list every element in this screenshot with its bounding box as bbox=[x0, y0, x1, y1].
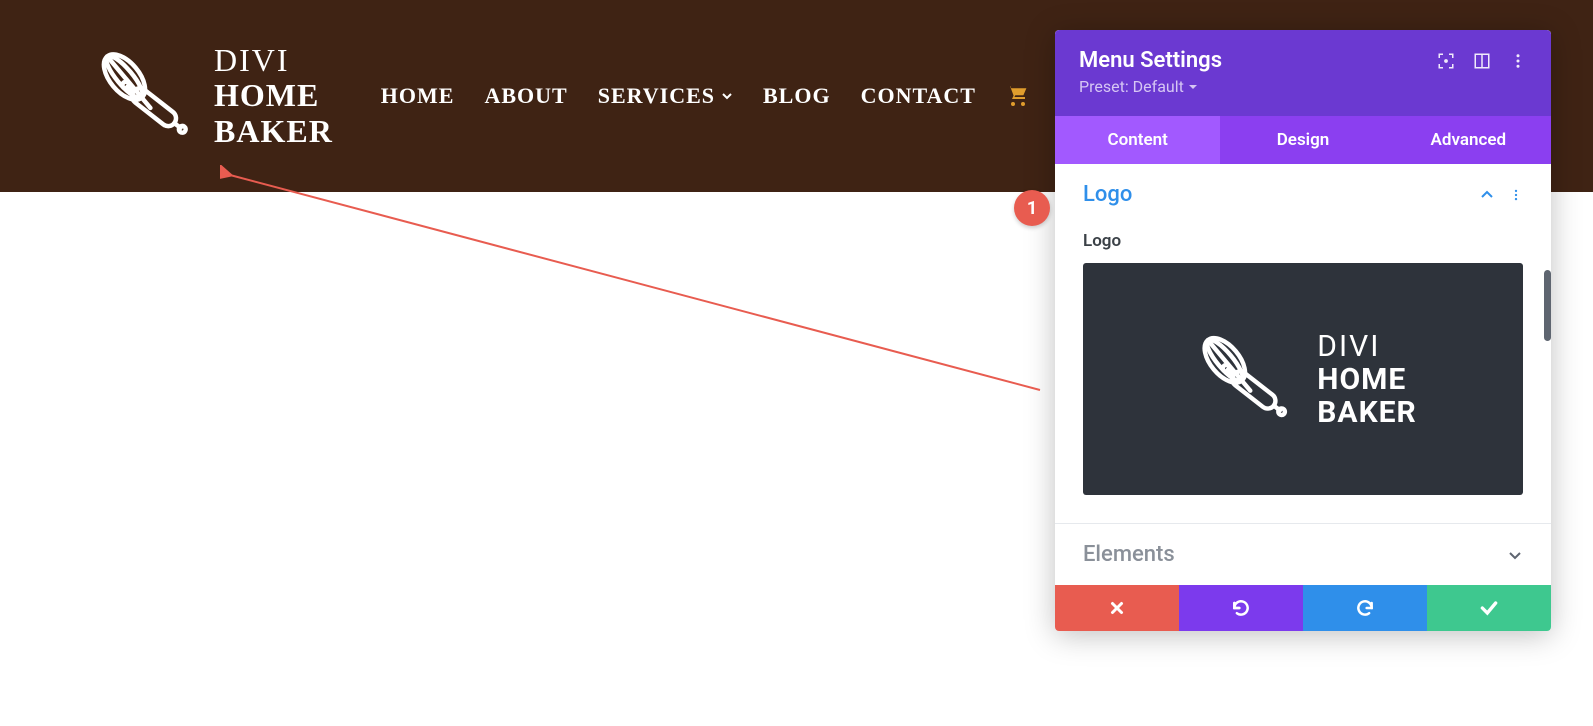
logo-text: DIVI HOME BAKER bbox=[214, 43, 333, 149]
section-elements-header[interactable]: Elements bbox=[1055, 524, 1551, 585]
focus-icon[interactable] bbox=[1437, 52, 1455, 70]
tab-design[interactable]: Design bbox=[1220, 116, 1385, 164]
whisk-rolling-pin-icon bbox=[88, 40, 200, 152]
annotation-arrow bbox=[220, 165, 1050, 415]
cancel-button[interactable] bbox=[1055, 585, 1179, 631]
section-elements-title: Elements bbox=[1083, 542, 1175, 567]
scrollbar[interactable] bbox=[1544, 270, 1551, 341]
settings-panel: Menu Settings Preset: Default Content De bbox=[1055, 30, 1551, 631]
save-button[interactable] bbox=[1427, 585, 1551, 631]
nav-contact[interactable]: CONTACT bbox=[861, 83, 976, 109]
cart-icon[interactable] bbox=[1006, 84, 1030, 108]
chevron-up-icon[interactable] bbox=[1479, 187, 1495, 203]
kebab-icon[interactable] bbox=[1509, 188, 1523, 202]
section-logo: Logo Logo bbox=[1055, 164, 1551, 524]
panel-footer bbox=[1055, 585, 1551, 631]
section-logo-header[interactable]: Logo bbox=[1055, 164, 1551, 225]
panel-body: Logo Logo bbox=[1055, 164, 1551, 585]
tab-advanced[interactable]: Advanced bbox=[1386, 116, 1551, 164]
layout-icon[interactable] bbox=[1473, 52, 1491, 70]
panel-title: Menu Settings bbox=[1079, 48, 1222, 73]
chevron-down-icon[interactable] bbox=[1507, 547, 1523, 563]
redo-button[interactable] bbox=[1303, 585, 1427, 631]
panel-header[interactable]: Menu Settings Preset: Default bbox=[1055, 30, 1551, 116]
kebab-icon[interactable] bbox=[1509, 52, 1527, 70]
nav-about[interactable]: ABOUT bbox=[484, 83, 567, 109]
nav-services[interactable]: SERVICES bbox=[598, 83, 733, 109]
annotation-badge-1: 1 bbox=[1014, 190, 1050, 226]
logo-preview-text: DIVI HOME BAKER bbox=[1317, 330, 1416, 429]
preset-dropdown[interactable]: Preset: Default bbox=[1079, 77, 1527, 96]
nav-home[interactable]: HOME bbox=[381, 83, 455, 109]
section-logo-title: Logo bbox=[1083, 182, 1132, 207]
logo-upload-preview[interactable]: DIVI HOME BAKER bbox=[1083, 263, 1523, 495]
whisk-rolling-pin-icon bbox=[1189, 324, 1299, 434]
nav-blog[interactable]: BLOG bbox=[763, 83, 831, 109]
panel-tabs: Content Design Advanced bbox=[1055, 116, 1551, 164]
main-nav: HOME ABOUT SERVICES BLOG CONTACT bbox=[381, 83, 1082, 109]
logo-field-label: Logo bbox=[1083, 231, 1523, 251]
undo-button[interactable] bbox=[1179, 585, 1303, 631]
tab-content[interactable]: Content bbox=[1055, 116, 1220, 164]
section-elements: Elements bbox=[1055, 524, 1551, 585]
site-logo[interactable]: DIVI HOME BAKER bbox=[88, 40, 333, 152]
chevron-down-icon bbox=[721, 90, 733, 102]
caret-down-icon bbox=[1188, 82, 1198, 92]
